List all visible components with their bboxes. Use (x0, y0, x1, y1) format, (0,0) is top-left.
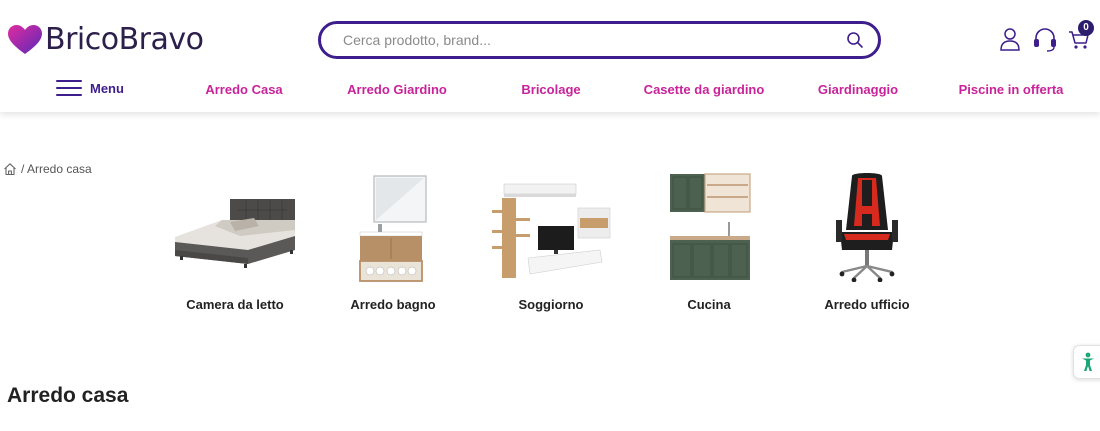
category-label: Soggiorno (518, 297, 584, 312)
accessibility-icon (1082, 352, 1094, 371)
search-bar (318, 21, 881, 59)
category-label: Camera da letto (186, 297, 284, 312)
cart-count-badge: 0 (1078, 20, 1094, 36)
category-soggiorno[interactable]: Soggiorno (476, 170, 626, 320)
support-headset-icon[interactable] (1033, 27, 1057, 53)
page-title: Arredo casa (7, 384, 129, 407)
living-room-image (492, 183, 611, 278)
search-input[interactable] (343, 32, 846, 48)
category-arredo-ufficio[interactable]: Arredo ufficio (792, 170, 942, 320)
hamburger-icon (56, 77, 82, 99)
search-icon[interactable] (846, 31, 864, 49)
nav-item-bricolage[interactable]: Bricolage (521, 82, 580, 97)
menu-label: Menu (90, 80, 124, 96)
category-grid: Camera da letto Arredo bagno Soggiorno C… (0, 170, 1100, 320)
main-nav: Menu Arredo Casa Arredo Giardino Bricola… (0, 74, 1100, 106)
category-label: Arredo ufficio (824, 297, 910, 312)
accessibility-button[interactable] (1073, 345, 1100, 379)
nav-item-casette-da-giardino[interactable]: Casette da giardino (644, 82, 765, 97)
nav-item-arredo-giardino[interactable]: Arredo Giardino (347, 82, 447, 97)
nav-item-giardinaggio[interactable]: Giardinaggio (818, 82, 898, 97)
category-label: Arredo bagno (350, 297, 436, 312)
category-cucina[interactable]: Cucina (634, 170, 784, 320)
logo[interactable]: BricoBravo (8, 20, 204, 60)
category-arredo-bagno[interactable]: Arredo bagno (318, 170, 468, 320)
category-camera-da-letto[interactable]: Camera da letto (160, 170, 310, 320)
bed-image (175, 199, 295, 268)
nav-item-piscine-in-offerta[interactable]: Piscine in offerta (959, 82, 1064, 97)
user-icon[interactable] (999, 27, 1021, 51)
office-chair-image (836, 173, 898, 282)
menu-button[interactable]: Menu (56, 77, 124, 99)
bathroom-image (359, 175, 427, 282)
logo-heart-icon (8, 25, 42, 54)
category-label: Cucina (687, 297, 731, 312)
kitchen-image (670, 173, 751, 280)
nav-item-arredo-casa[interactable]: Arredo Casa (205, 82, 282, 97)
site-header: BricoBravo 0 Menu (0, 0, 1100, 112)
logo-text: BricoBravo (45, 22, 204, 57)
